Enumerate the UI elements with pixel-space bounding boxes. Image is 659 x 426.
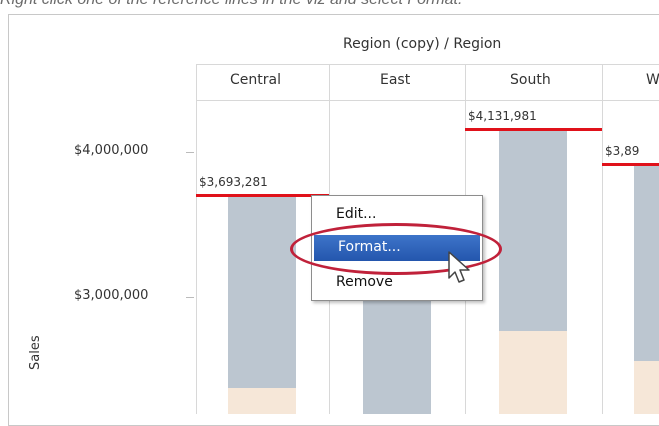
axis-tick-3m: $3,000,000 xyxy=(74,288,149,303)
reference-label-central: $3,693,281 xyxy=(199,175,268,189)
reference-line-central[interactable] xyxy=(196,194,329,197)
bar-central[interactable] xyxy=(228,197,296,390)
header-title: Region (copy) / Region xyxy=(343,36,502,52)
axis-tick-4m: $4,000,000 xyxy=(74,143,149,158)
reference-label-west: $3,89 xyxy=(605,144,640,158)
bar-south[interactable] xyxy=(499,131,567,331)
column-header-south[interactable]: South xyxy=(510,72,551,88)
header-divider xyxy=(196,64,659,65)
col-divider-1 xyxy=(196,64,197,414)
menu-item-edit-label: Edit... xyxy=(336,206,377,222)
axis-label-sales: Sales xyxy=(28,335,43,370)
instruction-caption: Right click one of the reference lines i… xyxy=(0,0,659,11)
bar-west[interactable] xyxy=(634,166,659,361)
bar-south-segment[interactable] xyxy=(499,331,567,414)
column-header-west[interactable]: W xyxy=(646,72,659,88)
axis-tickmark-3m xyxy=(186,297,194,298)
reference-label-south: $4,131,981 xyxy=(468,109,537,123)
mouse-pointer-icon xyxy=(448,251,470,283)
column-header-east[interactable]: East xyxy=(380,72,410,88)
reference-line-west[interactable] xyxy=(602,163,659,166)
reference-line-south[interactable] xyxy=(465,128,602,131)
bar-central-segment[interactable] xyxy=(228,388,296,414)
header-bottom-divider xyxy=(196,100,659,101)
menu-item-remove-label: Remove xyxy=(336,274,393,290)
col-divider-4 xyxy=(602,64,603,414)
bar-east[interactable] xyxy=(363,290,431,414)
column-header-central[interactable]: Central xyxy=(230,72,281,88)
axis-tickmark-4m xyxy=(186,152,194,153)
bar-west-segment[interactable] xyxy=(634,361,659,414)
